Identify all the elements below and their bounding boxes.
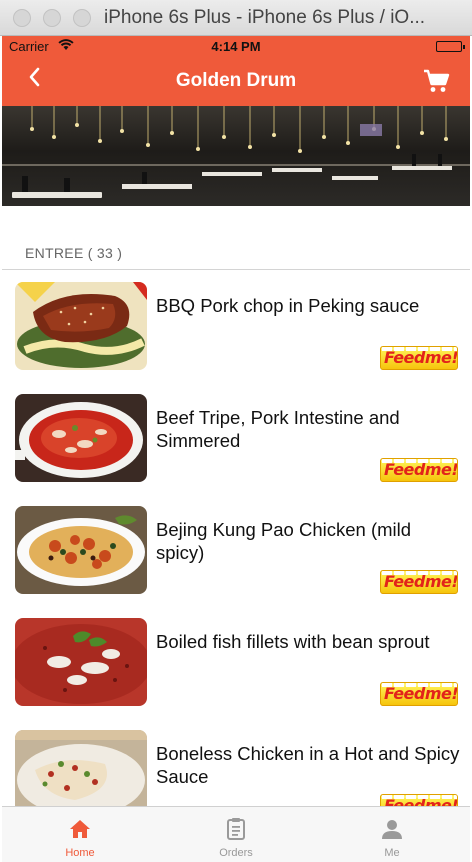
dish-image: [15, 618, 147, 706]
tab-orders-label: Orders: [219, 847, 253, 859]
dish-image: [15, 394, 147, 482]
list-item[interactable]: Beef Tripe, Pork Intestine and Simmered …: [2, 382, 470, 494]
dish-list: BBQ Pork chop in Peking sauce Feedme! Be…: [2, 270, 470, 830]
list-item[interactable]: BBQ Pork chop in Peking sauce Feedme!: [2, 270, 470, 382]
list-item[interactable]: Boiled fish fillets with bean sprout Fee…: [2, 606, 470, 718]
dish-name: Beef Tripe, Pork Intestine and Simmered: [156, 407, 400, 451]
tab-me-label: Me: [384, 847, 400, 859]
person-icon: [380, 817, 404, 841]
home-icon: [68, 817, 92, 841]
feedme-label: Feedme!: [384, 460, 458, 479]
feedme-label: Feedme!: [384, 572, 458, 591]
dish-name: BBQ Pork chop in Peking sauce: [156, 295, 420, 316]
feedme-button[interactable]: Feedme!: [380, 682, 458, 706]
dish-image: [15, 282, 147, 370]
tab-me[interactable]: Me: [314, 807, 470, 862]
tab-bar: Home Orders Me: [2, 806, 470, 862]
clipboard-icon: [224, 817, 248, 841]
tab-orders[interactable]: Orders: [158, 807, 314, 862]
feedme-button[interactable]: Feedme!: [380, 570, 458, 594]
status-bar: Carrier 4:14 PM: [2, 36, 470, 56]
feedme-label: Feedme!: [384, 348, 458, 367]
section-label: ENTREE ( 33 ): [25, 245, 123, 261]
dish-name: Boiled fish fillets with bean sprout: [156, 631, 430, 652]
dish-image: [15, 506, 147, 594]
dish-image: [15, 730, 147, 818]
phone-screen: Carrier 4:14 PM Golden Drum ENTREE (33 …: [2, 36, 470, 862]
cart-button[interactable]: [422, 68, 450, 94]
close-window-button[interactable]: [13, 9, 31, 27]
tab-home-label: Home: [65, 847, 95, 859]
simulator-title-bar: iPhone 6s Plus - iPhone 6s Plus / iO...: [0, 0, 472, 36]
navigation-bar: Golden Drum: [2, 56, 470, 106]
zoom-window-button[interactable]: [73, 9, 91, 27]
page-title: Golden Drum: [175, 70, 297, 91]
battery-icon: [436, 41, 465, 52]
restaurant-banner-image: [2, 106, 470, 206]
shopping-cart-icon: [424, 69, 450, 92]
feedme-button[interactable]: Feedme!: [380, 346, 458, 370]
section-header: ENTREE ( 33 ): [2, 238, 470, 270]
feedme-label: Feedme!: [384, 684, 458, 703]
status-time: 4:14 PM: [211, 39, 261, 54]
tab-home[interactable]: Home: [2, 807, 158, 862]
list-item[interactable]: Bejing Kung Pao Chicken (mild spicy) Fee…: [2, 494, 470, 606]
minimize-window-button[interactable]: [43, 9, 61, 27]
feedme-button[interactable]: Feedme!: [380, 458, 458, 482]
dish-name: Bejing Kung Pao Chicken (mild spicy): [156, 519, 412, 563]
dish-name: Boneless Chicken in a Hot and Spicy Sauc…: [156, 743, 460, 787]
window-title: iPhone 6s Plus - iPhone 6s Plus / iO...: [104, 7, 426, 28]
